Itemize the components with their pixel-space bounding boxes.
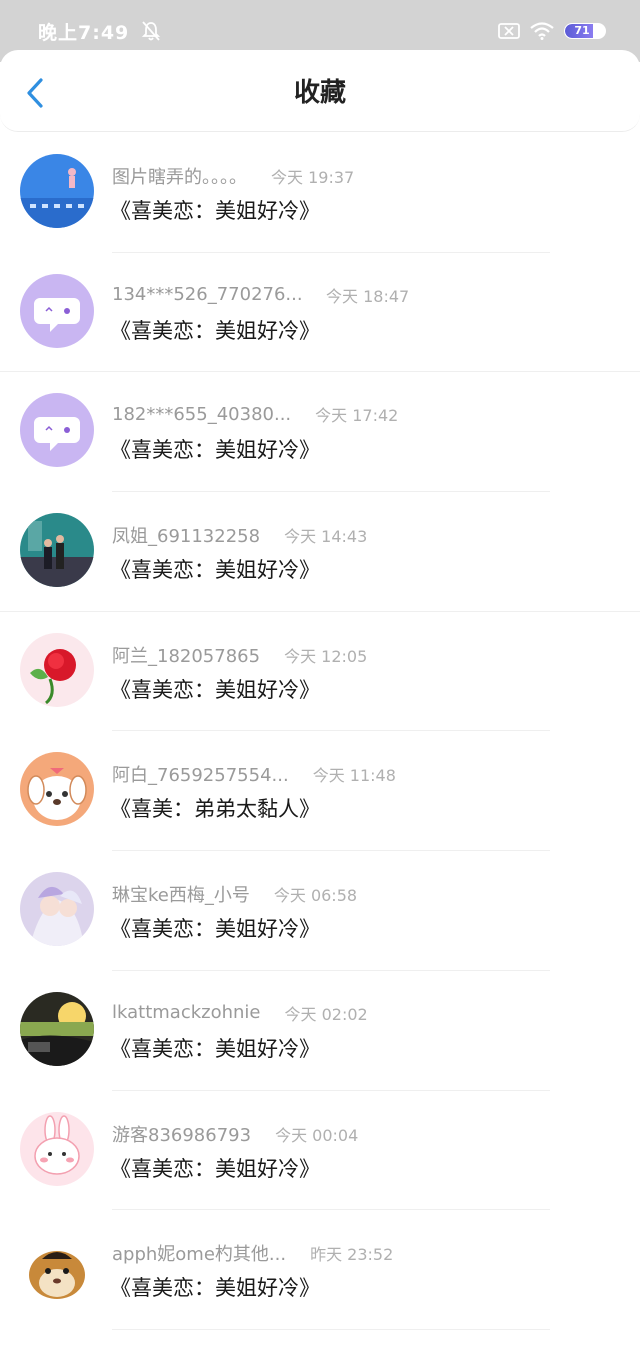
notification-muted-icon — [142, 21, 161, 41]
wifi-icon — [530, 22, 554, 40]
list-item[interactable]: 阿兰_182057865 今天 12:05 《喜美恋：美姐好冷》 — [0, 612, 640, 732]
username: 134***526_770276... — [112, 284, 302, 306]
favorite-title: 《喜美恋：美姐好冷》 — [110, 1276, 320, 1301]
avatar[interactable] — [20, 154, 94, 228]
favorite-title: 《喜美恋：美姐好冷》 — [110, 558, 320, 583]
username: 游客836986793 — [112, 1124, 252, 1146]
timestamp: 今天 02:02 — [284, 1004, 368, 1024]
battery-level: 71 — [574, 24, 590, 37]
divider — [112, 1328, 550, 1330]
favorite-title: 《喜美：弟弟太黏人》 — [110, 797, 320, 822]
avatar[interactable] — [20, 872, 94, 947]
timestamp: 今天 18:47 — [326, 286, 410, 306]
status-time: 晚上7:49 — [38, 21, 130, 44]
username: 182***655_40380... — [112, 403, 292, 425]
favorite-title: 《喜美恋：美姐好冷》 — [110, 318, 320, 343]
list-item[interactable]: 凤姐_691132258 今天 14:43 《喜美恋：美姐好冷》 — [0, 492, 640, 612]
avatar[interactable] — [20, 1111, 94, 1186]
avatar[interactable] — [20, 513, 94, 588]
favorite-title: 《喜美恋：美姐好冷》 — [110, 438, 320, 463]
timestamp: 今天 17:42 — [315, 406, 399, 426]
timestamp: 昨天 23:52 — [310, 1245, 394, 1265]
chevron-left-icon — [27, 78, 43, 108]
username: 阿白_7659257554... — [112, 765, 289, 787]
timestamp: 今天 06:58 — [273, 886, 358, 906]
timestamp: 今天 12:05 — [284, 646, 368, 666]
back-button[interactable] — [20, 76, 50, 110]
timestamp: 今天 00:04 — [275, 1125, 359, 1145]
list-item[interactable]: 134***526_770276... 今天 18:47 《喜美恋：美姐好冷》 — [0, 253, 640, 373]
list-item[interactable]: 182***655_40380... 今天 17:42 《喜美恋：美姐好冷》 — [0, 372, 640, 493]
username: lkattmackzohnie — [112, 1002, 261, 1024]
no-sim-icon — [498, 23, 520, 39]
favorite-title: 《喜美恋：美姐好冷》 — [110, 199, 320, 223]
list-item[interactable]: apph妮ome杓其他... 昨天 23:52 《喜美恋：美姐好冷》 — [0, 1210, 640, 1330]
battery-icon: 71 — [564, 23, 606, 39]
avatar[interactable] — [20, 632, 94, 707]
avatar[interactable] — [20, 991, 94, 1066]
avatar[interactable] — [20, 752, 94, 827]
list-item[interactable]: 游客836986793 今天 00:04 《喜美恋：美姐好冷》 — [0, 1091, 640, 1211]
username: 阿兰_182057865 — [112, 645, 261, 667]
avatar[interactable] — [20, 273, 94, 348]
list-item[interactable]: 阿白_7659257554... 今天 11:48 《喜美：弟弟太黏人》 — [0, 731, 640, 852]
favorite-title: 《喜美恋：美姐好冷》 — [110, 1156, 320, 1181]
timestamp: 今天 11:48 — [312, 766, 396, 786]
timestamp: 今天 19:37 — [271, 168, 355, 187]
favorite-title: 《喜美恋：美姐好冷》 — [110, 917, 320, 942]
status-icons: 71 — [498, 22, 606, 40]
avatar[interactable] — [20, 1231, 94, 1306]
list-item[interactable]: 图片瞎弄的。。。。 今天 19:37 《喜美恋：美姐好冷》 — [0, 133, 640, 253]
timestamp: 今天 14:43 — [284, 527, 368, 547]
username: 琳宝ke西梅_小号 — [112, 885, 250, 907]
username: apph妮ome杓其他... — [112, 1244, 287, 1266]
favorites-list: 图片瞎弄的。。。。 今天 19:37 《喜美恋：美姐好冷》 134***526_… — [0, 133, 640, 1330]
username: 凤姐_691132258 — [112, 526, 261, 548]
page-title: 收藏 — [293, 78, 346, 108]
list-item[interactable]: lkattmackzohnie 今天 02:02 《喜美恋：美姐好冷》 — [0, 971, 640, 1091]
favorite-title: 《喜美恋：美姐好冷》 — [110, 1036, 320, 1061]
username: 图片瞎弄的。。。。 — [112, 167, 247, 188]
list-item[interactable]: 琳宝ke西梅_小号 今天 06:58 《喜美恋：美姐好冷》 — [0, 851, 640, 971]
avatar[interactable] — [20, 393, 94, 468]
nav-bar: 收藏 — [0, 50, 640, 132]
favorite-title: 《喜美恋：美姐好冷》 — [110, 677, 320, 702]
